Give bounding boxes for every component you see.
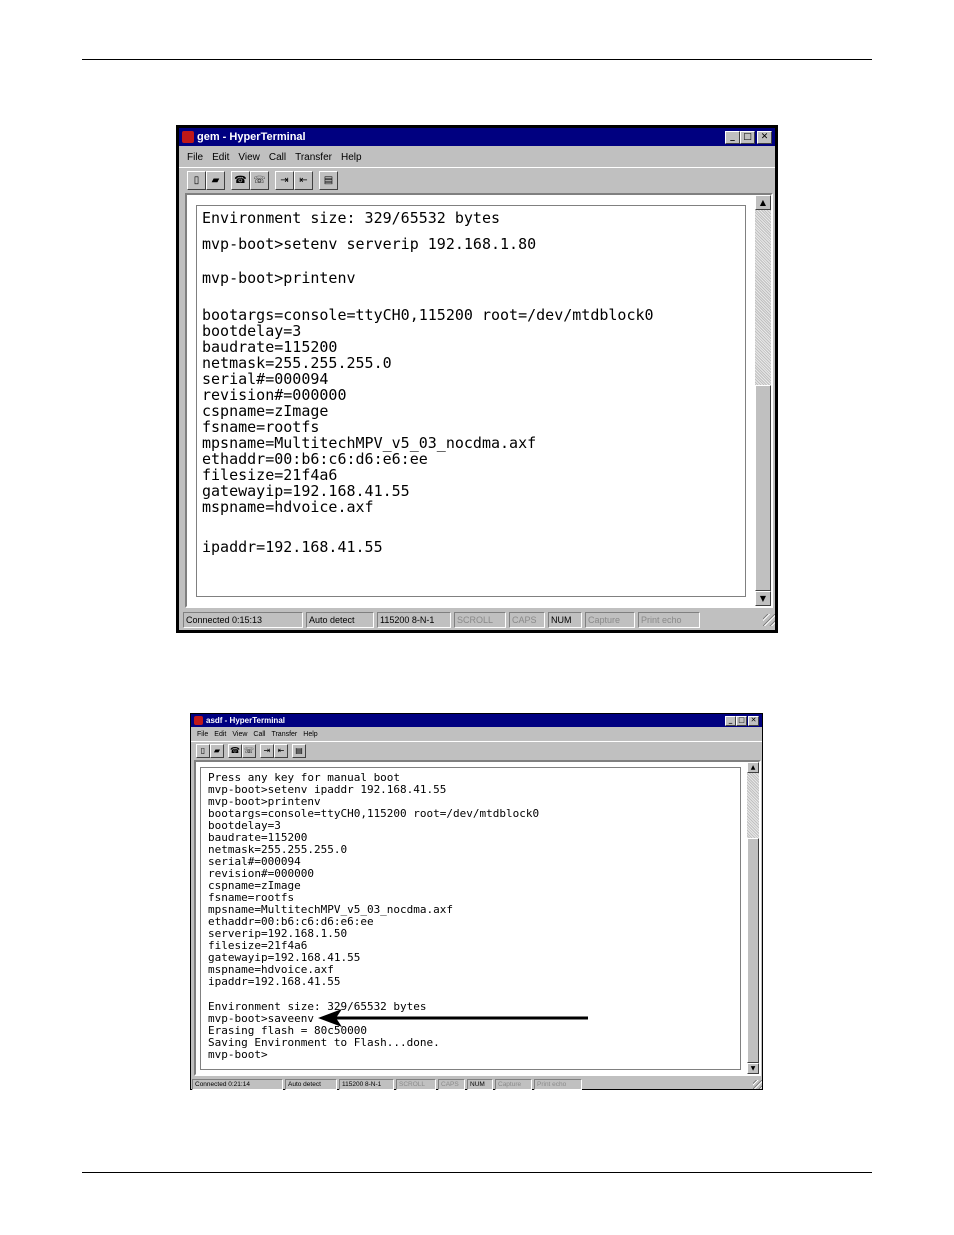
terminal-screen[interactable]: Environment size: 329/65532 bytes mvp-bo…: [187, 195, 755, 606]
minimize-button[interactable]: _: [725, 130, 740, 144]
status-num: NUM: [548, 612, 582, 628]
hyperterminal-app-icon[interactable]: [194, 716, 203, 725]
menu-call[interactable]: Call: [269, 152, 286, 163]
terminal-text-area[interactable]: Environment size: 329/65532 bytes mvp-bo…: [196, 205, 746, 597]
hyperterminal-window-asdf: asdf - HyperTerminal _ □ ✕ File Edit Vie…: [190, 713, 763, 1090]
menu-bar: File Edit View Call Transfer Help: [191, 729, 762, 740]
menu-file[interactable]: File: [197, 731, 208, 738]
terminal-line: ipaddr=192.168.41.55: [202, 538, 383, 556]
disconnect-phone-icon[interactable]: ☎: [228, 743, 242, 758]
status-detect: Auto detect: [306, 612, 374, 628]
toolbar: ▯ ▰ ☎ ☏ ⇥ ⇤ ▤: [179, 167, 775, 192]
menu-help[interactable]: Help: [303, 731, 317, 738]
title-bar[interactable]: gem - HyperTerminal _ □ ✕: [179, 128, 775, 146]
resize-grip-icon[interactable]: [763, 614, 775, 626]
maximize-button[interactable]: □: [740, 130, 755, 144]
open-icon[interactable]: ▰: [210, 743, 224, 758]
status-connected: Connected 0:15:13: [183, 612, 303, 628]
menu-view[interactable]: View: [238, 152, 260, 163]
status-print-echo: Print echo: [638, 612, 700, 628]
terminal-line: mvp-boot>setenv serverip 192.168.1.80: [202, 235, 537, 253]
terminal-line: fsname=rootfs: [202, 418, 320, 436]
receive-icon[interactable]: ⇤: [274, 743, 288, 758]
terminal-line: mpsname=MultitechMPV_v5_03_nocdma.axf: [202, 434, 537, 452]
new-icon[interactable]: ▯: [187, 170, 206, 190]
terminal-line: Environment size: 329/65532 bytes: [202, 209, 501, 227]
terminal-line: ipaddr=192.168.41.55: [208, 975, 341, 988]
menu-edit[interactable]: Edit: [214, 731, 226, 738]
status-scroll: SCROLL: [454, 612, 506, 628]
status-caps: CAPS: [509, 612, 545, 628]
terminal-line: filesize=21f4a6: [202, 466, 338, 484]
properties-icon[interactable]: ▤: [292, 743, 306, 758]
title-bar[interactable]: asdf - HyperTerminal _ □ ✕: [191, 714, 762, 727]
terminal-line: mspname=hdvoice.axf: [202, 498, 374, 516]
status-port: 115200 8-N-1: [377, 612, 451, 628]
terminal-client-area: Environment size: 329/65532 bytes mvp-bo…: [185, 193, 773, 608]
terminal-line: gatewayip=192.168.41.55: [202, 482, 410, 500]
status-port: 115200 8-N-1: [339, 1078, 394, 1090]
menu-help[interactable]: Help: [341, 152, 362, 163]
hyperterminal-app-icon[interactable]: [182, 131, 194, 143]
terminal-line: mvp-boot>: [208, 1048, 268, 1061]
scroll-up-icon[interactable]: ▲: [747, 762, 759, 773]
status-bar: Connected 0:15:13 Auto detect 115200 8-N…: [179, 611, 775, 629]
scroll-thumb[interactable]: [755, 385, 771, 591]
send-icon[interactable]: ⇥: [275, 170, 294, 190]
menu-transfer[interactable]: Transfer: [271, 731, 297, 738]
status-capture: Capture: [495, 1078, 532, 1090]
open-icon[interactable]: ▰: [206, 170, 225, 190]
terminal-line: bootargs=console=ttyCH0,115200 root=/dev…: [202, 306, 654, 324]
vertical-scrollbar[interactable]: ▲ ▼: [755, 195, 771, 606]
vertical-scrollbar[interactable]: ▲ ▼: [747, 762, 759, 1074]
close-button[interactable]: ✕: [757, 130, 772, 144]
close-button[interactable]: ✕: [748, 715, 759, 726]
connect-phone-icon[interactable]: ☏: [242, 743, 256, 758]
terminal-line: serial#=000094: [202, 370, 329, 388]
menu-edit[interactable]: Edit: [212, 152, 229, 163]
footer-rule: [82, 1172, 872, 1173]
window-title: asdf - HyperTerminal: [206, 716, 285, 725]
properties-icon[interactable]: ▤: [319, 170, 338, 190]
terminal-line: baudrate=115200: [202, 338, 338, 356]
scroll-down-icon[interactable]: ▼: [755, 591, 771, 606]
connect-phone-icon[interactable]: ☏: [250, 170, 269, 190]
terminal-line: bootdelay=3: [202, 322, 302, 340]
status-connected: Connected 0:21:14: [192, 1078, 283, 1090]
terminal-line: mvp-boot>printenv: [202, 269, 356, 287]
hyperterminal-window-gem: gem - HyperTerminal _ □ ✕ File Edit View…: [176, 125, 778, 633]
status-caps: CAPS: [438, 1078, 465, 1090]
menu-call[interactable]: Call: [253, 731, 265, 738]
status-detect: Auto detect: [285, 1078, 337, 1090]
scroll-up-icon[interactable]: ▲: [755, 195, 771, 210]
status-bar: Connected 0:21:14 Auto detect 115200 8-N…: [191, 1078, 762, 1090]
toolbar: ▯ ▰ ☎ ☏ ⇥ ⇤ ▤: [191, 741, 762, 759]
status-print-echo: Print echo: [534, 1078, 582, 1090]
header-rule: [82, 59, 872, 60]
terminal-line: ethaddr=00:b6:c6:d6:e6:ee: [202, 450, 428, 468]
menu-transfer[interactable]: Transfer: [295, 152, 332, 163]
terminal-line: netmask=255.255.255.0: [202, 354, 392, 372]
scroll-thumb[interactable]: [747, 838, 759, 1063]
minimize-button[interactable]: _: [725, 715, 736, 726]
resize-grip-icon[interactable]: [753, 1079, 762, 1089]
maximize-button[interactable]: □: [736, 715, 747, 726]
terminal-line: revision#=000000: [202, 386, 347, 404]
status-num: NUM: [467, 1078, 493, 1090]
saveenv-arrow-icon: [318, 1009, 588, 1027]
status-scroll: SCROLL: [396, 1078, 436, 1090]
menu-bar: File Edit View Call Transfer Help: [179, 149, 775, 165]
new-icon[interactable]: ▯: [196, 743, 210, 758]
terminal-line: cspname=zImage: [202, 402, 329, 420]
send-icon[interactable]: ⇥: [260, 743, 274, 758]
disconnect-phone-icon[interactable]: ☎: [231, 170, 250, 190]
menu-file[interactable]: File: [187, 152, 203, 163]
status-capture: Capture: [585, 612, 635, 628]
menu-view[interactable]: View: [232, 731, 247, 738]
scroll-down-icon[interactable]: ▼: [747, 1063, 759, 1074]
window-title: gem - HyperTerminal: [197, 131, 306, 143]
receive-icon[interactable]: ⇤: [294, 170, 313, 190]
